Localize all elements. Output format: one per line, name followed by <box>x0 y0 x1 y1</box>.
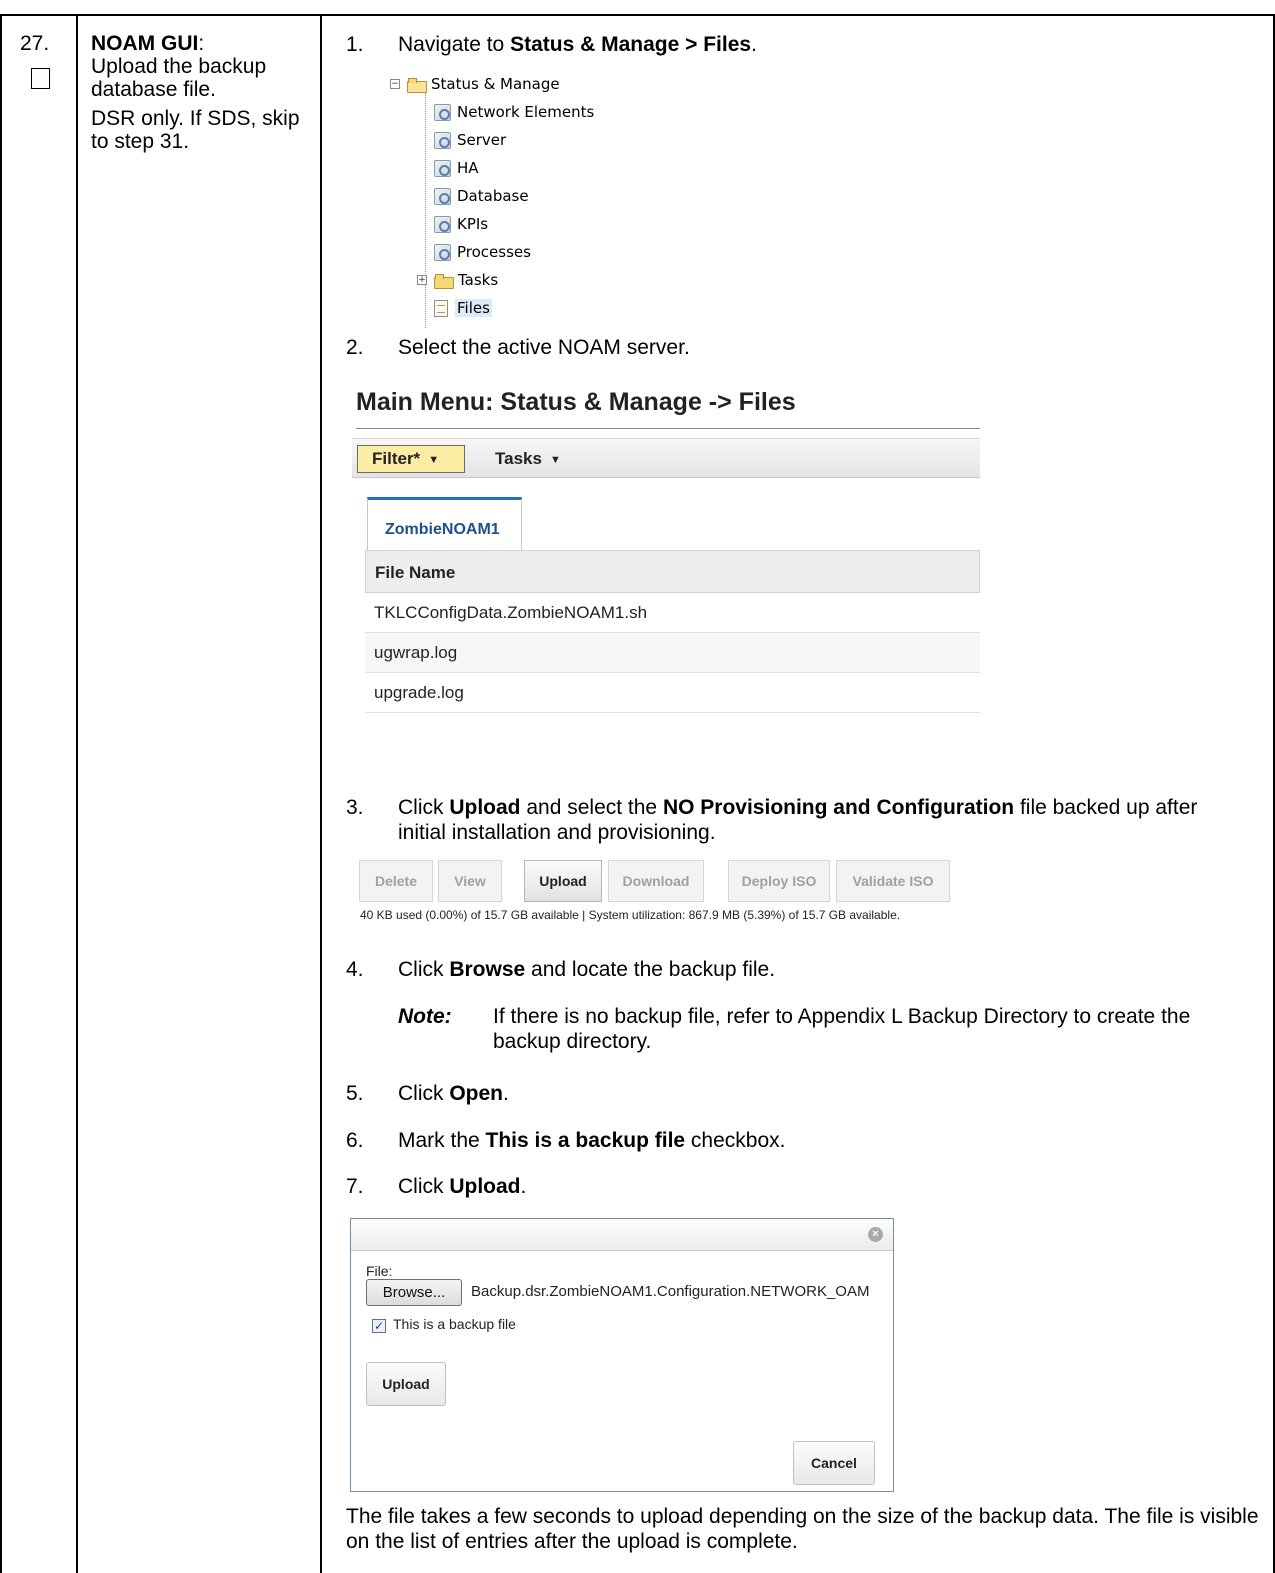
step-title: NOAM GUI <box>91 32 199 55</box>
instruction-step-3: 3. Click Upload and select the NO Provis… <box>346 796 1198 844</box>
step-condition: DSR only. If SDS, skip to step 31. <box>91 107 300 153</box>
view-button[interactable]: View <box>438 860 502 902</box>
step-summary: Upload the backup database file. <box>91 55 267 101</box>
filter-button[interactable]: Filter* ▼ <box>357 445 465 473</box>
tree-item-database[interactable]: Database <box>434 185 529 207</box>
tree-item-ha[interactable]: HA <box>434 157 479 179</box>
upload-dialog: × File: Browse... Backup.dsr.ZombieNOAM1… <box>350 1218 894 1492</box>
instruction-step-5: 5. Click Open. <box>346 1082 509 1105</box>
step-checkbox[interactable] <box>31 68 50 89</box>
page-title: Main Menu: Status & Manage -> Files <box>356 388 796 416</box>
validate-iso-button[interactable]: Validate ISO <box>836 860 950 902</box>
tree-node-tasks[interactable]: + Tasks <box>417 269 498 291</box>
selected-file-name: Backup.dsr.ZombieNOAM1.Configuration.NET… <box>471 1283 870 1300</box>
cancel-button[interactable]: Cancel <box>793 1441 875 1485</box>
tree-item-kpis[interactable]: KPIs <box>434 213 488 235</box>
folder-open-icon <box>407 77 427 93</box>
dialog-upload-button[interactable]: Upload <box>366 1362 446 1406</box>
backup-file-checkbox-label[interactable]: This is a backup file <box>393 1316 516 1332</box>
tree-item-server[interactable]: Server <box>434 129 506 151</box>
instruction-step-4: 4. Click Browse and locate the backup fil… <box>346 958 776 981</box>
tree-item-processes[interactable]: Processes <box>434 241 531 263</box>
tree-node-status-manage[interactable]: − Status & Manage <box>390 73 560 95</box>
note-text: If there is no backup file, refer to App… <box>493 1005 1191 1053</box>
instruction-step-2: 2. Select the active NOAM server. <box>346 336 690 359</box>
chevron-down-icon: ▼ <box>428 453 440 466</box>
table-row[interactable]: upgrade.log <box>365 673 980 713</box>
table-divider-1 <box>76 14 78 1573</box>
tab-zombienoam1[interactable]: ZombieNOAM1 <box>367 497 522 550</box>
document-icon <box>434 299 448 317</box>
tasks-menu-button[interactable]: Tasks ▼ <box>495 445 561 473</box>
table-row[interactable]: ugwrap.log <box>365 633 980 673</box>
page-icon <box>434 159 451 177</box>
instruction-step-1: 1. Navigate to Status & Manage > Files. <box>346 33 757 56</box>
toolbar: Filter* ▼ Tasks ▼ <box>352 438 980 478</box>
table-top-border <box>0 14 1275 16</box>
page-icon <box>434 243 451 261</box>
expand-icon[interactable]: + <box>417 275 427 285</box>
page-icon <box>434 215 451 233</box>
dialog-header: × <box>351 1219 893 1251</box>
backup-file-checkbox[interactable]: ✓ <box>372 1319 386 1333</box>
files-table: File Name TKLCConfigData.ZombieNOAM1.sh … <box>365 550 980 713</box>
step-number: 27. <box>20 32 50 55</box>
browse-button[interactable]: Browse... <box>366 1279 462 1306</box>
chevron-down-icon: ▼ <box>549 453 561 466</box>
folder-icon <box>434 273 454 289</box>
page-icon <box>434 103 451 121</box>
tree-item-network-elements[interactable]: Network Elements <box>434 101 594 123</box>
title-divider <box>356 428 980 429</box>
step-description: NOAM GUI: Upload the backup database fil… <box>91 32 313 153</box>
closing-paragraph: The file takes a few seconds to upload d… <box>346 1505 1259 1553</box>
instruction-step-6: 6. Mark the This is a backup file checkbo… <box>346 1129 786 1152</box>
instruction-step-7: 7. Click Upload. <box>346 1175 527 1198</box>
page-icon <box>434 131 451 149</box>
navigation-tree: − Status & Manage Network Elements Serve… <box>390 70 650 328</box>
file-label: File: <box>366 1263 393 1279</box>
note: Note: If there is no backup file, refer … <box>398 1004 1258 1054</box>
table-row[interactable]: TKLCConfigData.ZombieNOAM1.sh <box>365 593 980 633</box>
deploy-iso-button[interactable]: Deploy ISO <box>728 860 830 902</box>
download-button[interactable]: Download <box>608 860 704 902</box>
collapse-icon[interactable]: − <box>390 79 400 89</box>
storage-usage-text: 40 KB used (0.00%) of 15.7 GB available … <box>360 908 901 922</box>
close-icon[interactable]: × <box>868 1227 883 1242</box>
upload-button[interactable]: Upload <box>524 860 602 902</box>
note-label: Note: <box>398 1005 452 1028</box>
tree-item-files[interactable]: Files <box>434 297 492 319</box>
column-header-file-name[interactable]: File Name <box>365 550 980 593</box>
table-divider-2 <box>320 14 322 1573</box>
page-icon <box>434 187 451 205</box>
table-border-left <box>0 14 2 1573</box>
delete-button[interactable]: Delete <box>359 860 433 902</box>
